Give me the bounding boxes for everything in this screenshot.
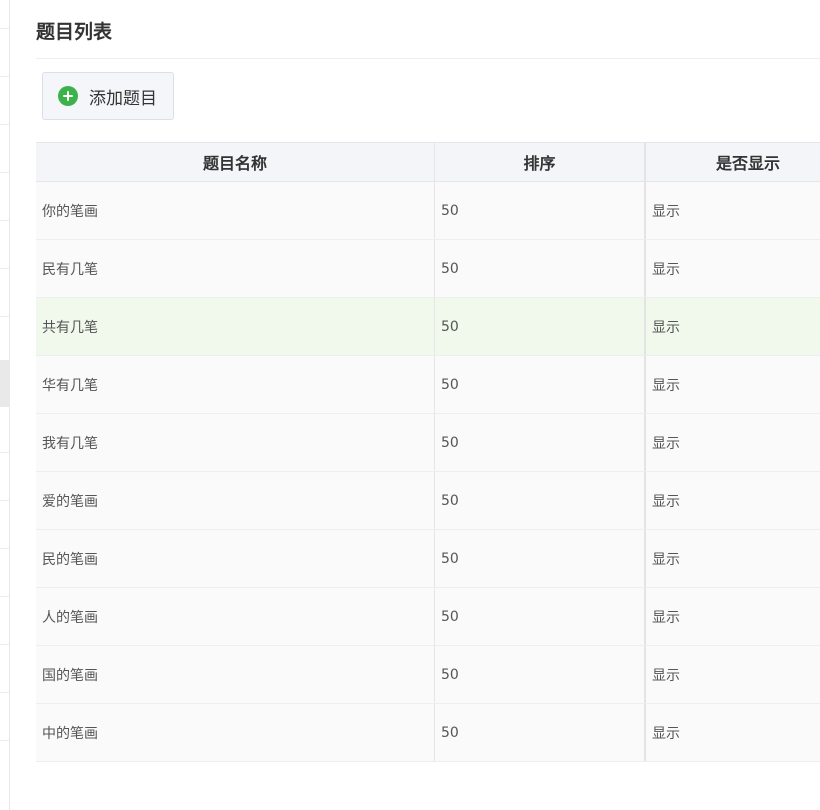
cell-visible: 显示	[652, 377, 680, 394]
cell-name: 华有几笔	[36, 356, 435, 413]
sidebar-divider	[0, 596, 9, 597]
sidebar-divider	[0, 740, 9, 741]
cell-sort: 50	[435, 414, 646, 471]
sidebar-divider	[0, 28, 9, 29]
cell-sort: 50	[435, 356, 646, 413]
table-header: 题目名称 排序 是否显示	[36, 142, 820, 182]
cell-name: 你的笔画	[36, 182, 435, 239]
table-row[interactable]: 爱的笔画 50 显示	[36, 472, 820, 530]
cell-visible: 显示	[652, 551, 680, 568]
sidebar-divider	[0, 548, 9, 549]
page: 题目列表 添加题目 题目名称 排序 是否显示 你的笔画 50 显示 民有几笔 5…	[0, 0, 820, 810]
cell-visible: 显示	[652, 319, 680, 336]
table-row[interactable]: 我有几笔 50 显示	[36, 414, 820, 472]
sidebar-divider	[0, 500, 9, 501]
cell-name: 中的笔画	[36, 704, 435, 761]
cell-sort: 50	[435, 298, 646, 355]
cell-name: 爱的笔画	[36, 472, 435, 529]
column-header-visible[interactable]: 是否显示	[646, 143, 820, 181]
table-row[interactable]: 华有几笔 50 显示	[36, 356, 820, 414]
sidebar-divider	[0, 172, 9, 173]
cell-sort: 50	[435, 182, 646, 239]
cell-sort: 50	[435, 704, 646, 761]
cell-sort: 50	[435, 472, 646, 529]
title-divider	[36, 58, 820, 59]
cell-name: 民有几笔	[36, 240, 435, 297]
table-row[interactable]: 国的笔画 50 显示	[36, 646, 820, 704]
cell-sort: 50	[435, 588, 646, 645]
column-header-name[interactable]: 题目名称	[36, 143, 435, 181]
cell-visible: 显示	[652, 493, 680, 510]
add-question-label: 添加题目	[89, 88, 157, 109]
sidebar-divider	[0, 76, 9, 77]
cell-name: 我有几笔	[36, 414, 435, 471]
cell-visible: 显示	[652, 435, 680, 452]
cell-name: 国的笔画	[36, 646, 435, 703]
main-content: 题目列表 添加题目 题目名称 排序 是否显示 你的笔画 50 显示 民有几笔 5…	[36, 0, 820, 810]
column-header-sort[interactable]: 排序	[435, 143, 646, 181]
sidebar-divider	[0, 220, 9, 221]
cell-sort: 50	[435, 646, 646, 703]
cell-visible: 显示	[652, 725, 680, 742]
cell-sort: 50	[435, 240, 646, 297]
table-row[interactable]: 人的笔画 50 显示	[36, 588, 820, 646]
cell-name: 民的笔画	[36, 530, 435, 587]
sidebar-divider	[0, 452, 9, 453]
sidebar-item-active[interactable]	[0, 360, 9, 407]
cell-visible: 显示	[652, 667, 680, 684]
table-row[interactable]: 你的笔画 50 显示	[36, 182, 820, 240]
page-title: 题目列表	[36, 21, 113, 43]
sidebar-divider	[0, 316, 9, 317]
cell-visible: 显示	[652, 203, 680, 220]
cell-name: 共有几笔	[36, 298, 435, 355]
add-question-button[interactable]: 添加题目	[42, 72, 174, 120]
plus-circle-icon	[58, 86, 78, 106]
question-table: 题目名称 排序 是否显示 你的笔画 50 显示 民有几笔 50 显示 共有几笔 …	[36, 142, 820, 762]
table-row-hovered[interactable]: 共有几笔 50 显示	[36, 298, 820, 356]
sidebar-divider	[0, 644, 9, 645]
sidebar-edge	[0, 0, 10, 810]
sidebar-divider	[0, 268, 9, 269]
table-row[interactable]: 民有几笔 50 显示	[36, 240, 820, 298]
table-row[interactable]: 民的笔画 50 显示	[36, 530, 820, 588]
cell-visible: 显示	[652, 261, 680, 278]
cell-name: 人的笔画	[36, 588, 435, 645]
sidebar-divider	[0, 692, 9, 693]
table-row[interactable]: 中的笔画 50 显示	[36, 704, 820, 762]
cell-sort: 50	[435, 530, 646, 587]
cell-visible: 显示	[652, 609, 680, 626]
sidebar-divider	[0, 124, 9, 125]
